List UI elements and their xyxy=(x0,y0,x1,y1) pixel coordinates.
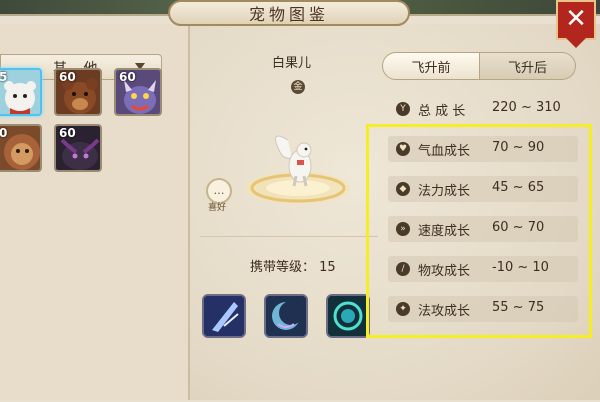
carry-level-value: 15 xyxy=(319,260,336,275)
carry-level-label: 携带等级： xyxy=(250,260,316,275)
pet-slot[interactable]: 60 xyxy=(54,124,102,172)
pet-model-preview[interactable] xyxy=(240,130,356,210)
window-title: 宠物图鉴 xyxy=(168,0,410,26)
tab-after-ascension[interactable]: 飞升后 xyxy=(480,52,576,80)
pet-slot-level: 60 xyxy=(59,126,76,140)
stat-value: 220 ~ 310 xyxy=(492,100,561,115)
pet-list-panel: 其 他 5 xyxy=(0,24,190,400)
stat-total-growth: Y 总 成 长 220 ~ 310 xyxy=(388,96,578,122)
tab-before-ascension[interactable]: 飞升前 xyxy=(382,52,480,80)
pet-slot-level: 5 xyxy=(0,70,7,84)
ice-slash-skill-icon xyxy=(204,296,244,336)
crescent-skill-icon xyxy=(266,296,306,336)
skill-slot[interactable] xyxy=(264,294,308,338)
skill-slot[interactable] xyxy=(202,294,246,338)
preference-label: 喜好 xyxy=(208,203,227,213)
pet-name: 白果儿 xyxy=(272,56,312,71)
pet-slot[interactable]: 5 xyxy=(0,68,42,116)
annotation-highlight-box xyxy=(366,124,592,338)
pet-slot[interactable]: 60 xyxy=(54,68,102,116)
pet-slot-level: 60 xyxy=(59,70,76,84)
skill-slot[interactable] xyxy=(326,294,370,338)
pet-codex-window: 其 他 5 xyxy=(0,0,600,402)
pet-slot[interactable]: 60 xyxy=(114,68,162,116)
pet-rarity-badge: 金 xyxy=(291,80,305,94)
pet-slot-level: 60 xyxy=(119,70,136,84)
water-orb-skill-icon xyxy=(328,296,368,336)
pet-slot-level: 0 xyxy=(0,126,7,140)
close-button[interactable]: ✕ xyxy=(556,0,596,48)
carry-level: 携带等级： 15 xyxy=(250,256,336,275)
ascension-tabs: 飞升前 飞升后 xyxy=(382,52,578,80)
pet-slot[interactable]: 0 xyxy=(0,124,42,172)
growth-icon: Y xyxy=(396,102,410,116)
stat-label: 总 成 长 xyxy=(418,104,466,119)
divider xyxy=(200,236,378,237)
